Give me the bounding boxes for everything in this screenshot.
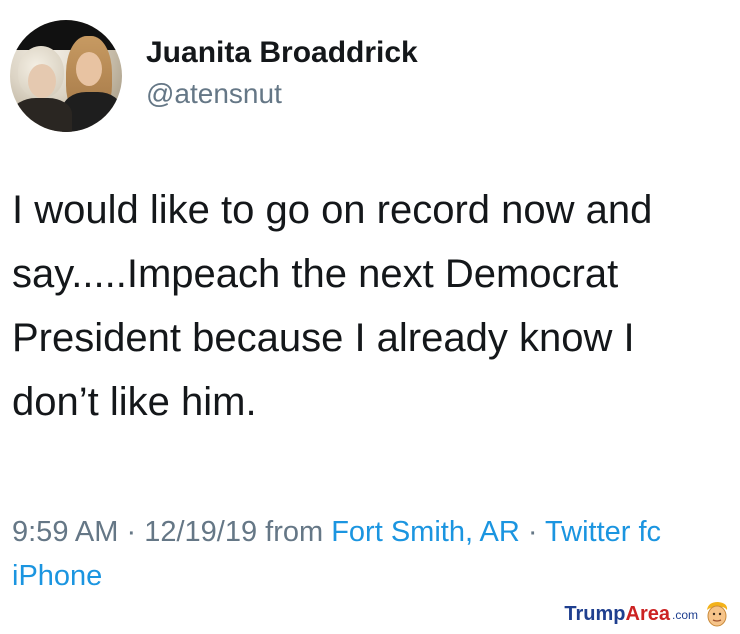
tweet-time[interactable]: 9:59 AM bbox=[12, 516, 118, 548]
meta-separator: · bbox=[527, 516, 538, 548]
watermark-brand-part2: Area bbox=[625, 602, 670, 625]
watermark: Trump Area .com bbox=[564, 598, 730, 630]
tweet-date[interactable]: 12/19/19 bbox=[144, 516, 257, 548]
from-label: from bbox=[265, 516, 324, 548]
avatar[interactable] bbox=[10, 20, 122, 132]
display-name[interactable]: Juanita Broaddrick bbox=[146, 36, 418, 70]
trump-face-icon bbox=[704, 600, 730, 628]
tweet-meta: 9:59 AM · 12/19/19 from Fort Smith, AR ·… bbox=[12, 510, 740, 554]
client-link-line2[interactable]: iPhone bbox=[12, 554, 102, 598]
client-link[interactable]: Twitter fc bbox=[545, 516, 661, 548]
tweet-card: Juanita Broaddrick @atensnut I would lik… bbox=[0, 0, 740, 634]
watermark-brand-part1: Trump bbox=[564, 602, 626, 625]
location-link[interactable]: Fort Smith, AR bbox=[331, 516, 520, 548]
tweet-text: I would like to go on record now and say… bbox=[12, 188, 653, 424]
user-handle[interactable]: @atensnut bbox=[146, 78, 282, 110]
avatar-person-left-face bbox=[28, 64, 56, 98]
meta-separator: · bbox=[126, 516, 137, 548]
avatar-person-right-face bbox=[76, 52, 102, 86]
watermark-brand-suffix: .com bbox=[671, 608, 698, 622]
avatar-person-left-body bbox=[12, 98, 72, 132]
